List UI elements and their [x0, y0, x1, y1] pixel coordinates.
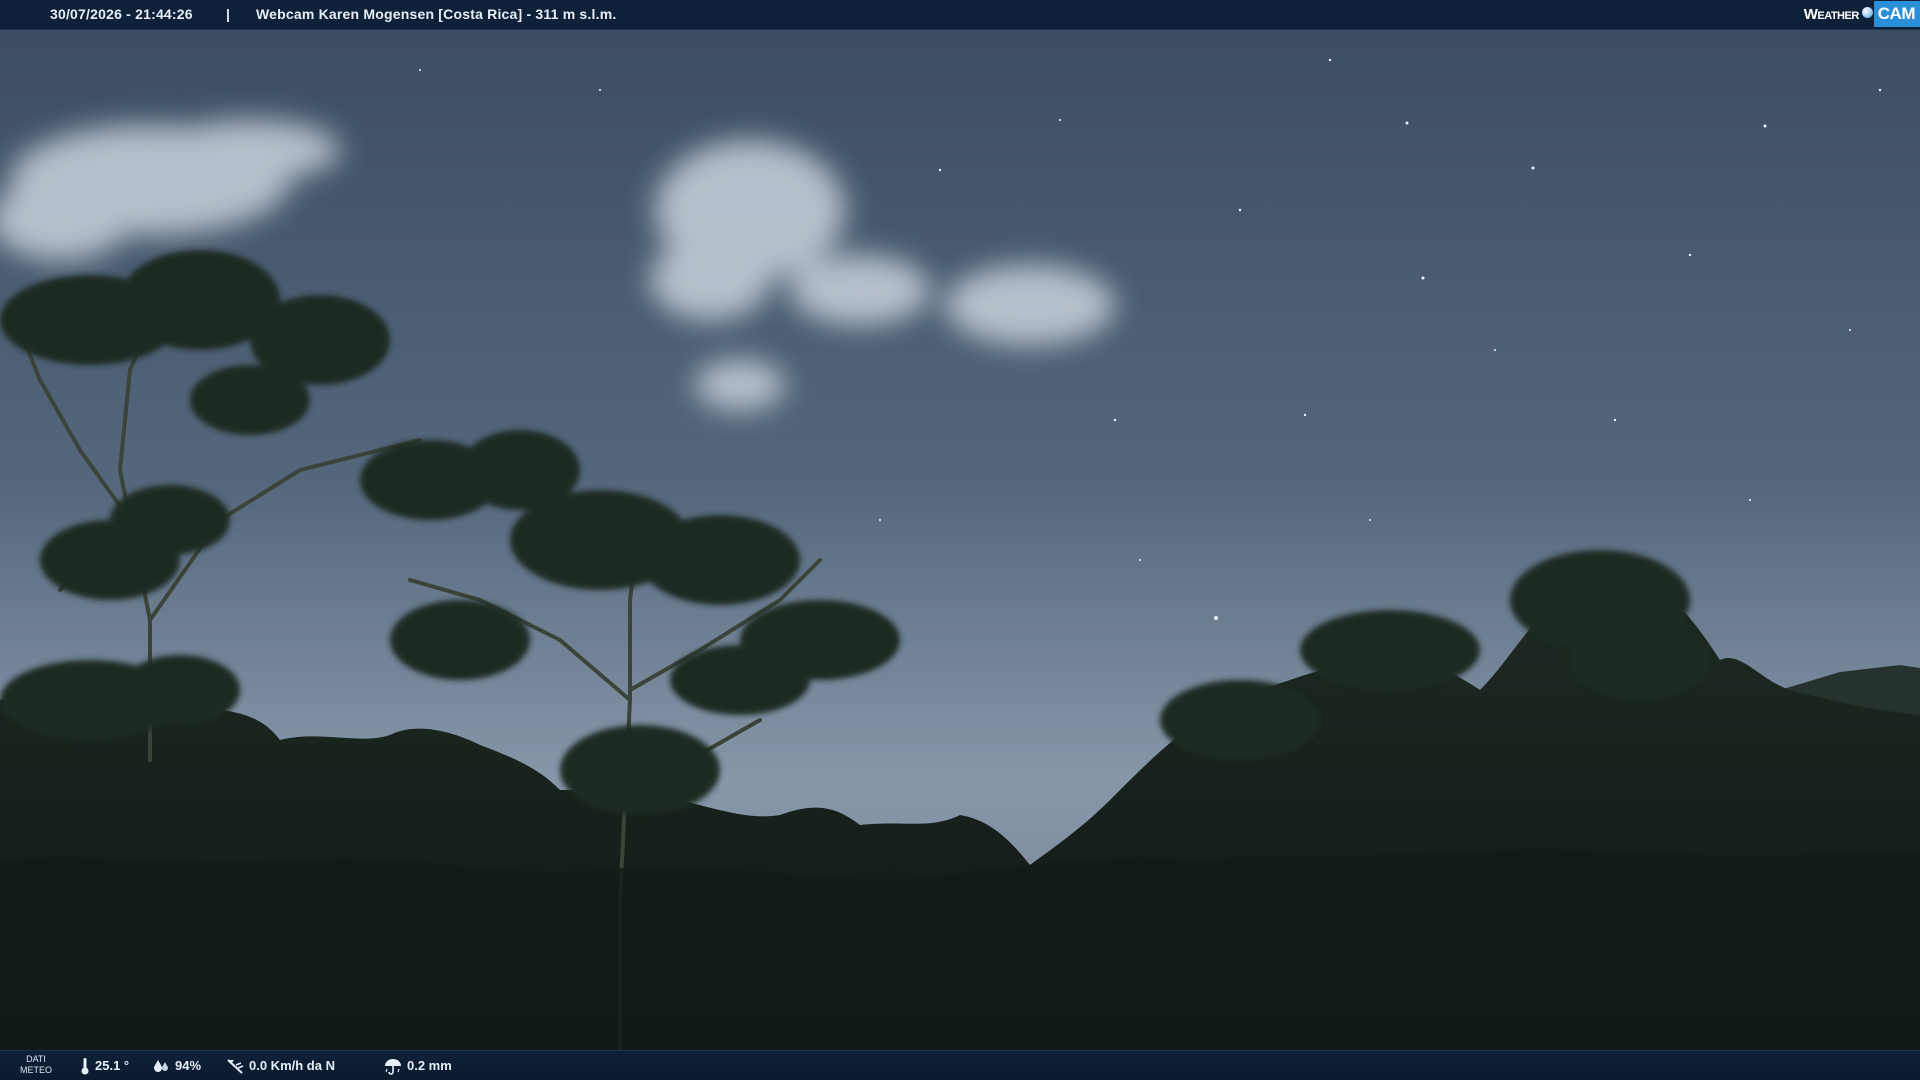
logo-dot-icon — [1861, 6, 1873, 18]
logo-weather-text: Weather — [1803, 5, 1860, 23]
rain-reading: 0.2 mm — [384, 1051, 452, 1080]
temperature-value: 25.1 ° — [95, 1058, 130, 1073]
wind-reading: 0.0 Km/h da N — [226, 1051, 335, 1080]
meteo-label: DATI METEO — [20, 1054, 52, 1076]
separator: | — [226, 6, 231, 22]
water-drops-icon — [154, 1059, 168, 1072]
meteo-label-line1: DATI — [26, 1054, 46, 1064]
webcam-title: Webcam Karen Mogensen [Costa Rica] - 311… — [256, 6, 617, 22]
rain-umbrella-icon — [385, 1058, 401, 1075]
weathercam-logo: Weather CAM — [1804, 0, 1920, 28]
webcam-image — [0, 0, 1920, 1080]
wind-value: 0.0 Km/h da N — [249, 1058, 335, 1073]
wind-vane-icon — [227, 1058, 244, 1074]
meteo-label-line2: METEO — [20, 1065, 53, 1075]
rain-value: 0.2 mm — [407, 1058, 452, 1073]
logo-cam-text: CAM — [1873, 1, 1920, 27]
humidity-reading: 94% — [152, 1051, 201, 1080]
thermometer-icon — [81, 1057, 89, 1074]
bottom-meteo-bar: DATI METEO 25.1 ° 94% 0.0 Km/h da N 0.2 … — [0, 1050, 1920, 1080]
temperature-reading: 25.1 ° — [80, 1051, 129, 1080]
timestamp: 30/07/2026 - 21:44:26 — [50, 6, 193, 22]
top-info-bar: 30/07/2026 - 21:44:26 | Webcam Karen Mog… — [0, 0, 1920, 30]
humidity-value: 94% — [175, 1058, 202, 1073]
foreground-forest — [0, 848, 1920, 1080]
